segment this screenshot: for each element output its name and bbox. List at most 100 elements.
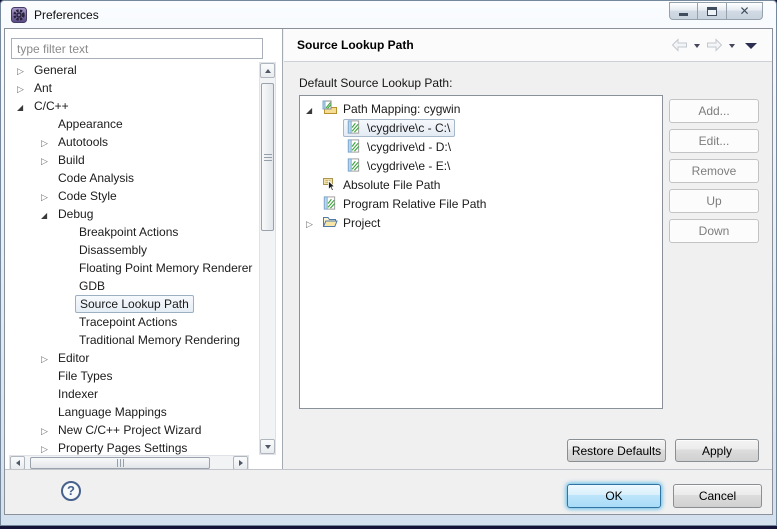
sidebar-item[interactable]: Indexer	[5, 385, 259, 403]
forward-arrow-icon[interactable]	[706, 38, 723, 52]
tree-expanded-arrow-icon[interactable]: ◢	[306, 101, 319, 120]
filter-input[interactable]	[11, 38, 263, 59]
lookup-tree-item[interactable]: \cygdrive\e - E:\	[300, 157, 662, 176]
sidebar-item[interactable]: GDB	[5, 277, 259, 295]
back-arrow-icon[interactable]	[671, 38, 688, 52]
lookup-tree: ◢ Path Mapping: cygwin \cygdrive\c - C:\ \c…	[299, 95, 663, 409]
close-button[interactable]: ✕	[726, 2, 763, 20]
sidebar-vertical-scrollbar[interactable]	[259, 62, 276, 455]
sidebar-item[interactable]: ▷Editor	[5, 349, 259, 367]
tree-item-label: Program Relative File Path	[343, 197, 486, 211]
lookup-tree-item[interactable]: \cygdrive\d - D:\	[300, 138, 662, 157]
sidebar-item[interactable]: Tracepoint Actions	[5, 313, 259, 331]
tree-collapsed-arrow-icon[interactable]: ▷	[41, 440, 55, 455]
sidebar-item-label: Appearance	[58, 117, 123, 131]
tree-item-content: Project	[319, 214, 385, 232]
maximize-icon	[707, 7, 717, 16]
scroll-left-button[interactable]	[10, 456, 25, 470]
tree-item-label: \cygdrive\c - C:\	[367, 121, 450, 135]
sidebar-item-label: Build	[58, 153, 85, 167]
sidebar-item-label: Code Analysis	[58, 171, 134, 185]
tree-item-content: Absolute File Path	[319, 176, 445, 194]
scroll-right-button[interactable]	[233, 456, 248, 470]
tree-collapsed-arrow-icon[interactable]: ▷	[17, 62, 31, 80]
sidebar-item[interactable]: Breakpoint Actions	[5, 223, 259, 241]
sidebar-item[interactable]: ▷General	[5, 61, 259, 79]
sidebar-item[interactable]: ◢Debug	[5, 205, 259, 223]
arrow-up-icon	[265, 69, 271, 73]
tree-item-content: \cygdrive\c - C:\	[343, 119, 455, 137]
sidebar-item[interactable]: ▷Autotools	[5, 133, 259, 151]
horizontal-scroll-thumb[interactable]	[30, 457, 210, 469]
sidebar-item[interactable]: Traditional Memory Rendering	[5, 331, 259, 349]
tree-collapsed-arrow-icon[interactable]: ▷	[17, 80, 31, 98]
help-button[interactable]: ?	[61, 481, 81, 501]
sidebar-item[interactable]: ▷Build	[5, 151, 259, 169]
remove-button[interactable]: Remove	[669, 159, 759, 183]
vertical-scroll-thumb[interactable]	[261, 83, 274, 231]
tree-collapsed-arrow-icon[interactable]: ▷	[41, 422, 55, 440]
lookup-tree-item[interactable]: ◢ Path Mapping: cygwin	[300, 100, 662, 119]
sidebar-item[interactable]: ▷Ant	[5, 79, 259, 97]
sidebar-item[interactable]: File Types	[5, 367, 259, 385]
lookup-tree-item[interactable]: Absolute File Path	[300, 176, 662, 195]
eclipse-gear-icon	[11, 7, 27, 23]
apply-button[interactable]: Apply	[675, 439, 759, 462]
sidebar-item-label: Source Lookup Path	[75, 295, 194, 313]
ok-button[interactable]: OK	[567, 484, 661, 508]
add-button[interactable]: Add...	[669, 99, 759, 123]
sidebar-item[interactable]: ▷Property Pages Settings	[5, 439, 259, 455]
tree-item-content: Path Mapping: cygwin	[319, 100, 465, 118]
titlebar[interactable]: Preferences ✕	[1, 1, 776, 28]
restore-defaults-button[interactable]: Restore Defaults	[567, 439, 666, 462]
sidebar-item[interactable]: ▷New C/C++ Project Wizard	[5, 421, 259, 439]
tree-collapsed-arrow-icon[interactable]: ▷	[41, 152, 55, 170]
sidebar-item[interactable]: Language Mappings	[5, 403, 259, 421]
sidebar-item[interactable]: Source Lookup Path	[5, 295, 259, 313]
sidebar-item-label: Property Pages Settings	[58, 441, 187, 455]
tree-collapsed-arrow-icon[interactable]: ▷	[41, 188, 55, 206]
up-button[interactable]: Up	[669, 189, 759, 213]
back-history-dropdown-icon[interactable]	[694, 44, 700, 48]
window-frame: Preferences ✕ ▷General▷Ant◢C/C++Appearan…	[0, 0, 777, 526]
sidebar-item-label: C/C++	[34, 99, 69, 113]
sidebar-item[interactable]: ◢C/C++	[5, 97, 259, 115]
scroll-down-button[interactable]	[260, 439, 275, 454]
mapping-icon	[346, 157, 362, 173]
sidebar-item[interactable]: Code Analysis	[5, 169, 259, 187]
tree-expanded-arrow-icon[interactable]: ◢	[17, 99, 31, 117]
tree-item-label: \cygdrive\d - D:\	[367, 140, 451, 154]
scroll-up-button[interactable]	[260, 63, 275, 78]
left-pane: ▷General▷Ant◢C/C++Appearance▷Autotools▷B…	[5, 29, 283, 471]
tree-expanded-arrow-icon[interactable]: ◢	[41, 207, 55, 225]
view-menu-icon[interactable]	[745, 43, 757, 49]
page-header: Source Lookup Path	[284, 29, 772, 62]
mapping-icon	[322, 195, 338, 211]
window-title: Preferences	[34, 8, 99, 22]
sidebar-item[interactable]: Appearance	[5, 115, 259, 133]
sidebar-item-label: GDB	[79, 279, 105, 293]
sidebar-item[interactable]: Disassembly	[5, 241, 259, 259]
edit-button[interactable]: Edit...	[669, 129, 759, 153]
tree-collapsed-arrow-icon[interactable]: ▷	[41, 350, 55, 368]
tree-item-label: Path Mapping: cygwin	[343, 102, 460, 116]
lookup-tree-item[interactable]: \cygdrive\c - C:\	[300, 119, 662, 138]
arrow-down-icon	[265, 445, 271, 449]
tree-item-content: \cygdrive\e - E:\	[343, 157, 455, 175]
down-button[interactable]: Down	[669, 219, 759, 243]
forward-history-dropdown-icon[interactable]	[729, 44, 735, 48]
sidebar-item[interactable]: Floating Point Memory Renderer	[5, 259, 259, 277]
lookup-tree-item[interactable]: Program Relative File Path	[300, 195, 662, 214]
minimize-icon	[679, 13, 688, 16]
sidebar-item-label: Breakpoint Actions	[79, 225, 178, 239]
cancel-button[interactable]: Cancel	[673, 484, 762, 508]
sidebar-item-label: Floating Point Memory Renderer	[79, 261, 252, 275]
lookup-tree-item[interactable]: ▷Project	[300, 214, 662, 233]
tree-collapsed-arrow-icon[interactable]: ▷	[41, 134, 55, 152]
page-title: Source Lookup Path	[297, 29, 414, 61]
sidebar-item[interactable]: ▷Code Style	[5, 187, 259, 205]
maximize-button[interactable]	[697, 2, 727, 20]
minimize-button[interactable]	[669, 2, 698, 20]
tree-collapsed-arrow-icon[interactable]: ▷	[306, 215, 319, 234]
sidebar-item-label: Editor	[58, 351, 89, 365]
